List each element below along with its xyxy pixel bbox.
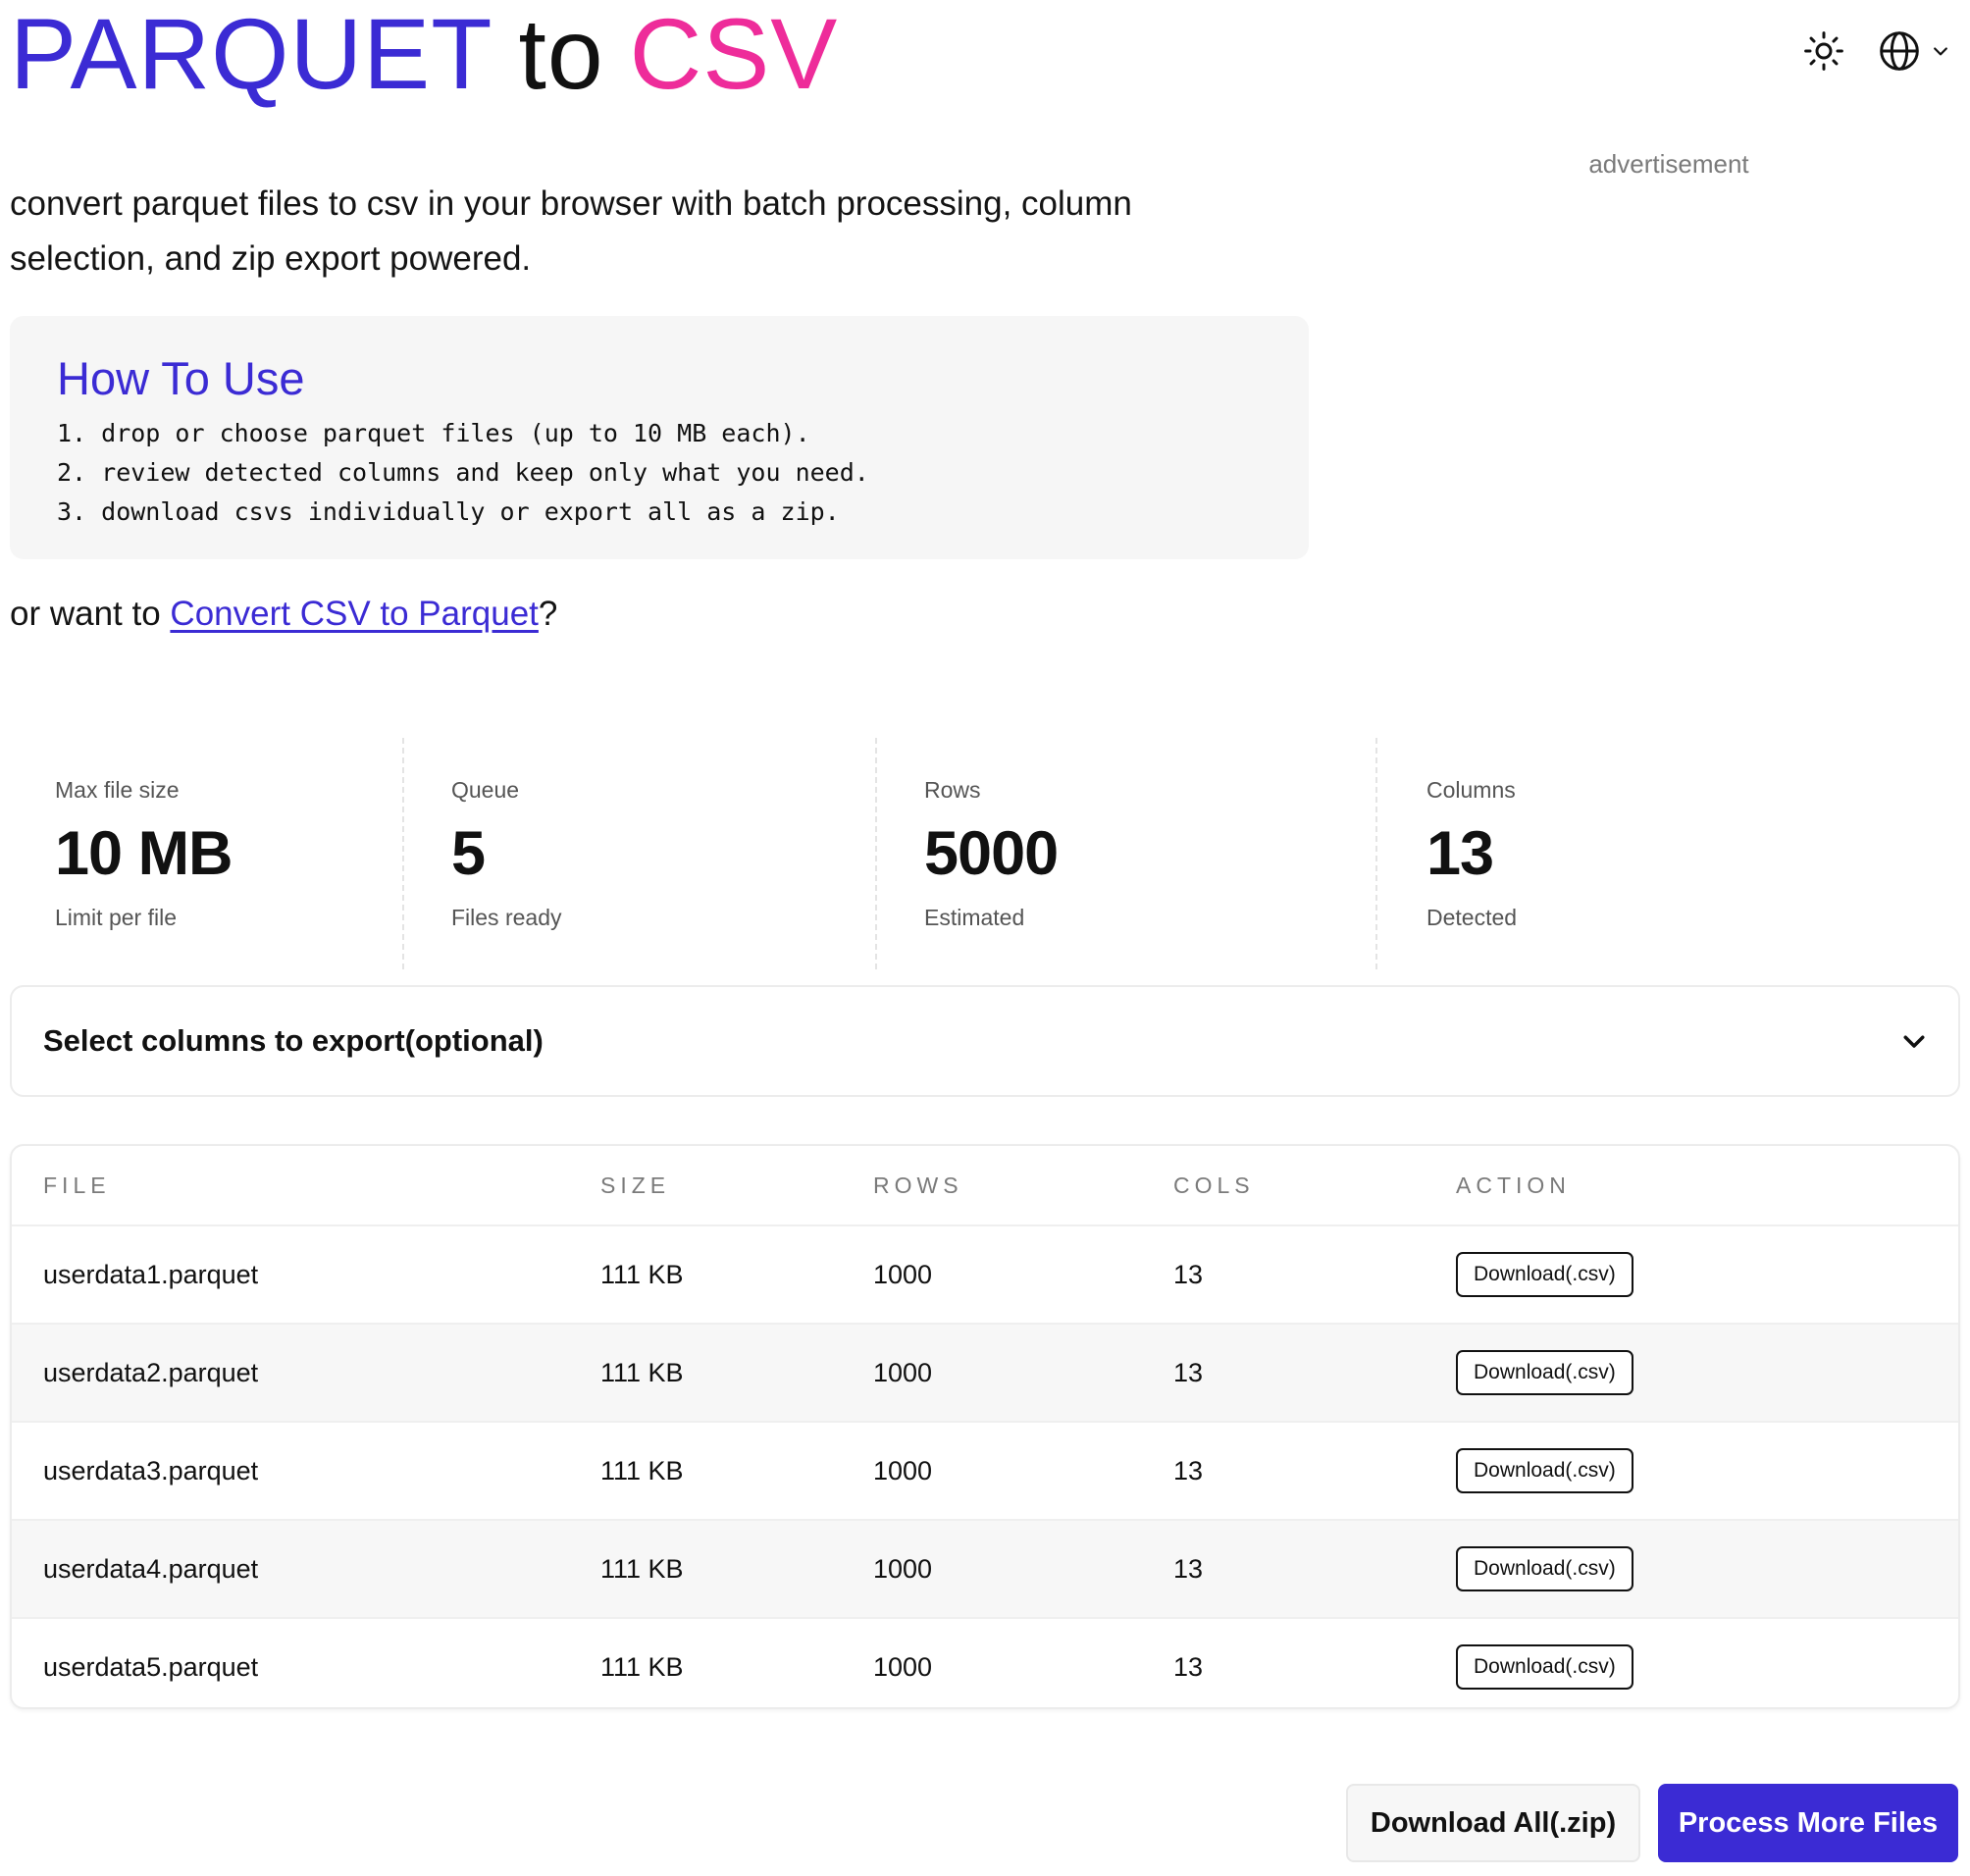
file-cols: 13 [1173,1225,1456,1325]
how-to-use-panel: How To Use 1. drop or choose parquet fil… [10,316,1309,559]
action-cell: Download(.csv) [1456,1520,1958,1619]
file-cols: 13 [1173,1422,1456,1521]
stat-label: Max file size [55,777,180,803]
logo-word-to: to [518,0,604,110]
theme-toggle-button[interactable] [1803,30,1844,72]
stat-label: Rows [924,777,981,803]
convert-csv-to-parquet-link[interactable]: Convert CSV to Parquet [170,595,538,633]
column-header-cols: COLS [1173,1146,1456,1226]
files-table: FILE SIZE ROWS COLS ACTION userdata1.par… [12,1146,1958,1707]
globe-icon [1880,31,1919,71]
file-rows: 1000 [873,1651,933,1682]
download-csv-button[interactable]: Download(.csv) [1456,1350,1633,1395]
file-name: userdata4.parquet [12,1520,600,1619]
file-cols: 13 [1173,1520,1456,1619]
language-selector[interactable] [1878,29,1950,73]
table-row: userdata4.parquet 111 KB 1000 13 Downloa… [12,1520,1958,1619]
table-row: userdata5.parquet 111 KB 1000 13 Downloa… [12,1618,1958,1707]
column-header-rows: ROWS [873,1146,1173,1226]
table-row: userdata1.parquet 111 KB 1000 13 Downloa… [12,1225,1958,1325]
download-csv-button[interactable]: Download(.csv) [1456,1546,1633,1591]
logo-word-parquet: PARQUET [10,0,493,110]
stat-value: 10 MB [55,819,233,888]
stat-max-file-size: Max file size 10 MB Limit per file [10,738,404,969]
file-rows: 1000 [873,1422,1173,1521]
file-cols: 13 [1173,1324,1456,1423]
table-header-row: FILE SIZE ROWS COLS ACTION [12,1146,1958,1226]
stat-label: Queue [451,777,520,803]
select-columns-accordion[interactable]: Select columns to export(optional) [10,985,1960,1097]
select-columns-label: Select columns to export(optional) [43,1023,544,1058]
how-to-use-step: 3. download csvs individually or export … [57,497,840,526]
action-cell: Download(.csv) [1456,1324,1958,1423]
table-row: userdata3.parquet 111 KB 1000 13 Downloa… [12,1422,1958,1521]
alternate-conversion-text: or want to Convert CSV to Parquet? [10,595,557,634]
stat-subtext: Detected [1426,905,1518,930]
action-cell: Download(.csv) [1456,1422,1958,1521]
alternate-prefix: or want to [10,595,171,633]
file-rows: 1000 [873,1225,1173,1325]
stat-rows: Rows 5000 Estimated [877,738,1377,969]
how-to-use-steps: 1. drop or choose parquet files (up to 1… [57,414,869,532]
file-size: 111 KB [600,1651,684,1682]
stats-row: Max file size 10 MB Limit per file Queue… [10,738,1962,969]
page-description: convert parquet files to csv in your bro… [10,184,1132,278]
stat-label: Columns [1426,777,1516,803]
download-csv-button[interactable]: Download(.csv) [1456,1448,1633,1493]
how-to-use-step: 2. review detected columns and keep only… [57,458,869,487]
stat-subtext: Files ready [451,905,562,930]
chevron-down-icon [1934,47,1947,56]
file-cols: 13 [1173,1651,1204,1682]
stat-value: 5000 [924,819,1059,888]
column-header-action: ACTION [1456,1146,1958,1226]
action-cell: Download(.csv) [1456,1225,1958,1325]
download-csv-button[interactable]: Download(.csv) [1456,1644,1633,1690]
how-to-use-title: How To Use [57,352,305,404]
file-rows: 1000 [873,1324,1173,1423]
stat-queue: Queue 5 Files ready [404,738,877,969]
sun-icon [1804,31,1843,71]
logo-word-csv: CSV [629,0,839,110]
file-name: userdata2.parquet [12,1324,600,1423]
download-all-zip-button[interactable]: Download All(.zip) [1346,1784,1640,1862]
app-logo: PARQUET to CSV [10,0,838,108]
file-name: userdata3.parquet [12,1422,600,1521]
file-size: 111 KB [600,1422,873,1521]
file-size: 111 KB [600,1324,873,1423]
header-controls [1803,29,1950,73]
file-name: userdata5.parquet [43,1651,259,1682]
file-rows: 1000 [873,1520,1173,1619]
how-to-use-step: 1. drop or choose parquet files (up to 1… [57,419,810,447]
action-cell: Download(.csv) [1456,1618,1958,1707]
file-name: userdata1.parquet [12,1225,600,1325]
stat-value: 13 [1426,819,1494,888]
stat-subtext: Estimated [924,905,1025,930]
table-row: userdata2.parquet 111 KB 1000 13 Downloa… [12,1324,1958,1423]
column-header-file: FILE [12,1146,600,1226]
chevron-down-icon [1903,1035,1925,1048]
alternate-suffix: ? [538,595,558,633]
stat-value: 5 [451,819,486,888]
advertisement-label: advertisement [1588,149,1749,179]
files-table-container: FILE SIZE ROWS COLS ACTION userdata1.par… [10,1144,1960,1709]
column-header-size: SIZE [600,1146,873,1226]
file-size: 111 KB [600,1520,873,1619]
stat-columns: Columns 13 Detected [1377,738,1946,969]
process-more-files-button[interactable]: Process More Files [1658,1784,1958,1862]
download-csv-button[interactable]: Download(.csv) [1456,1252,1633,1297]
stat-subtext: Limit per file [55,905,177,930]
file-size: 111 KB [600,1225,873,1325]
